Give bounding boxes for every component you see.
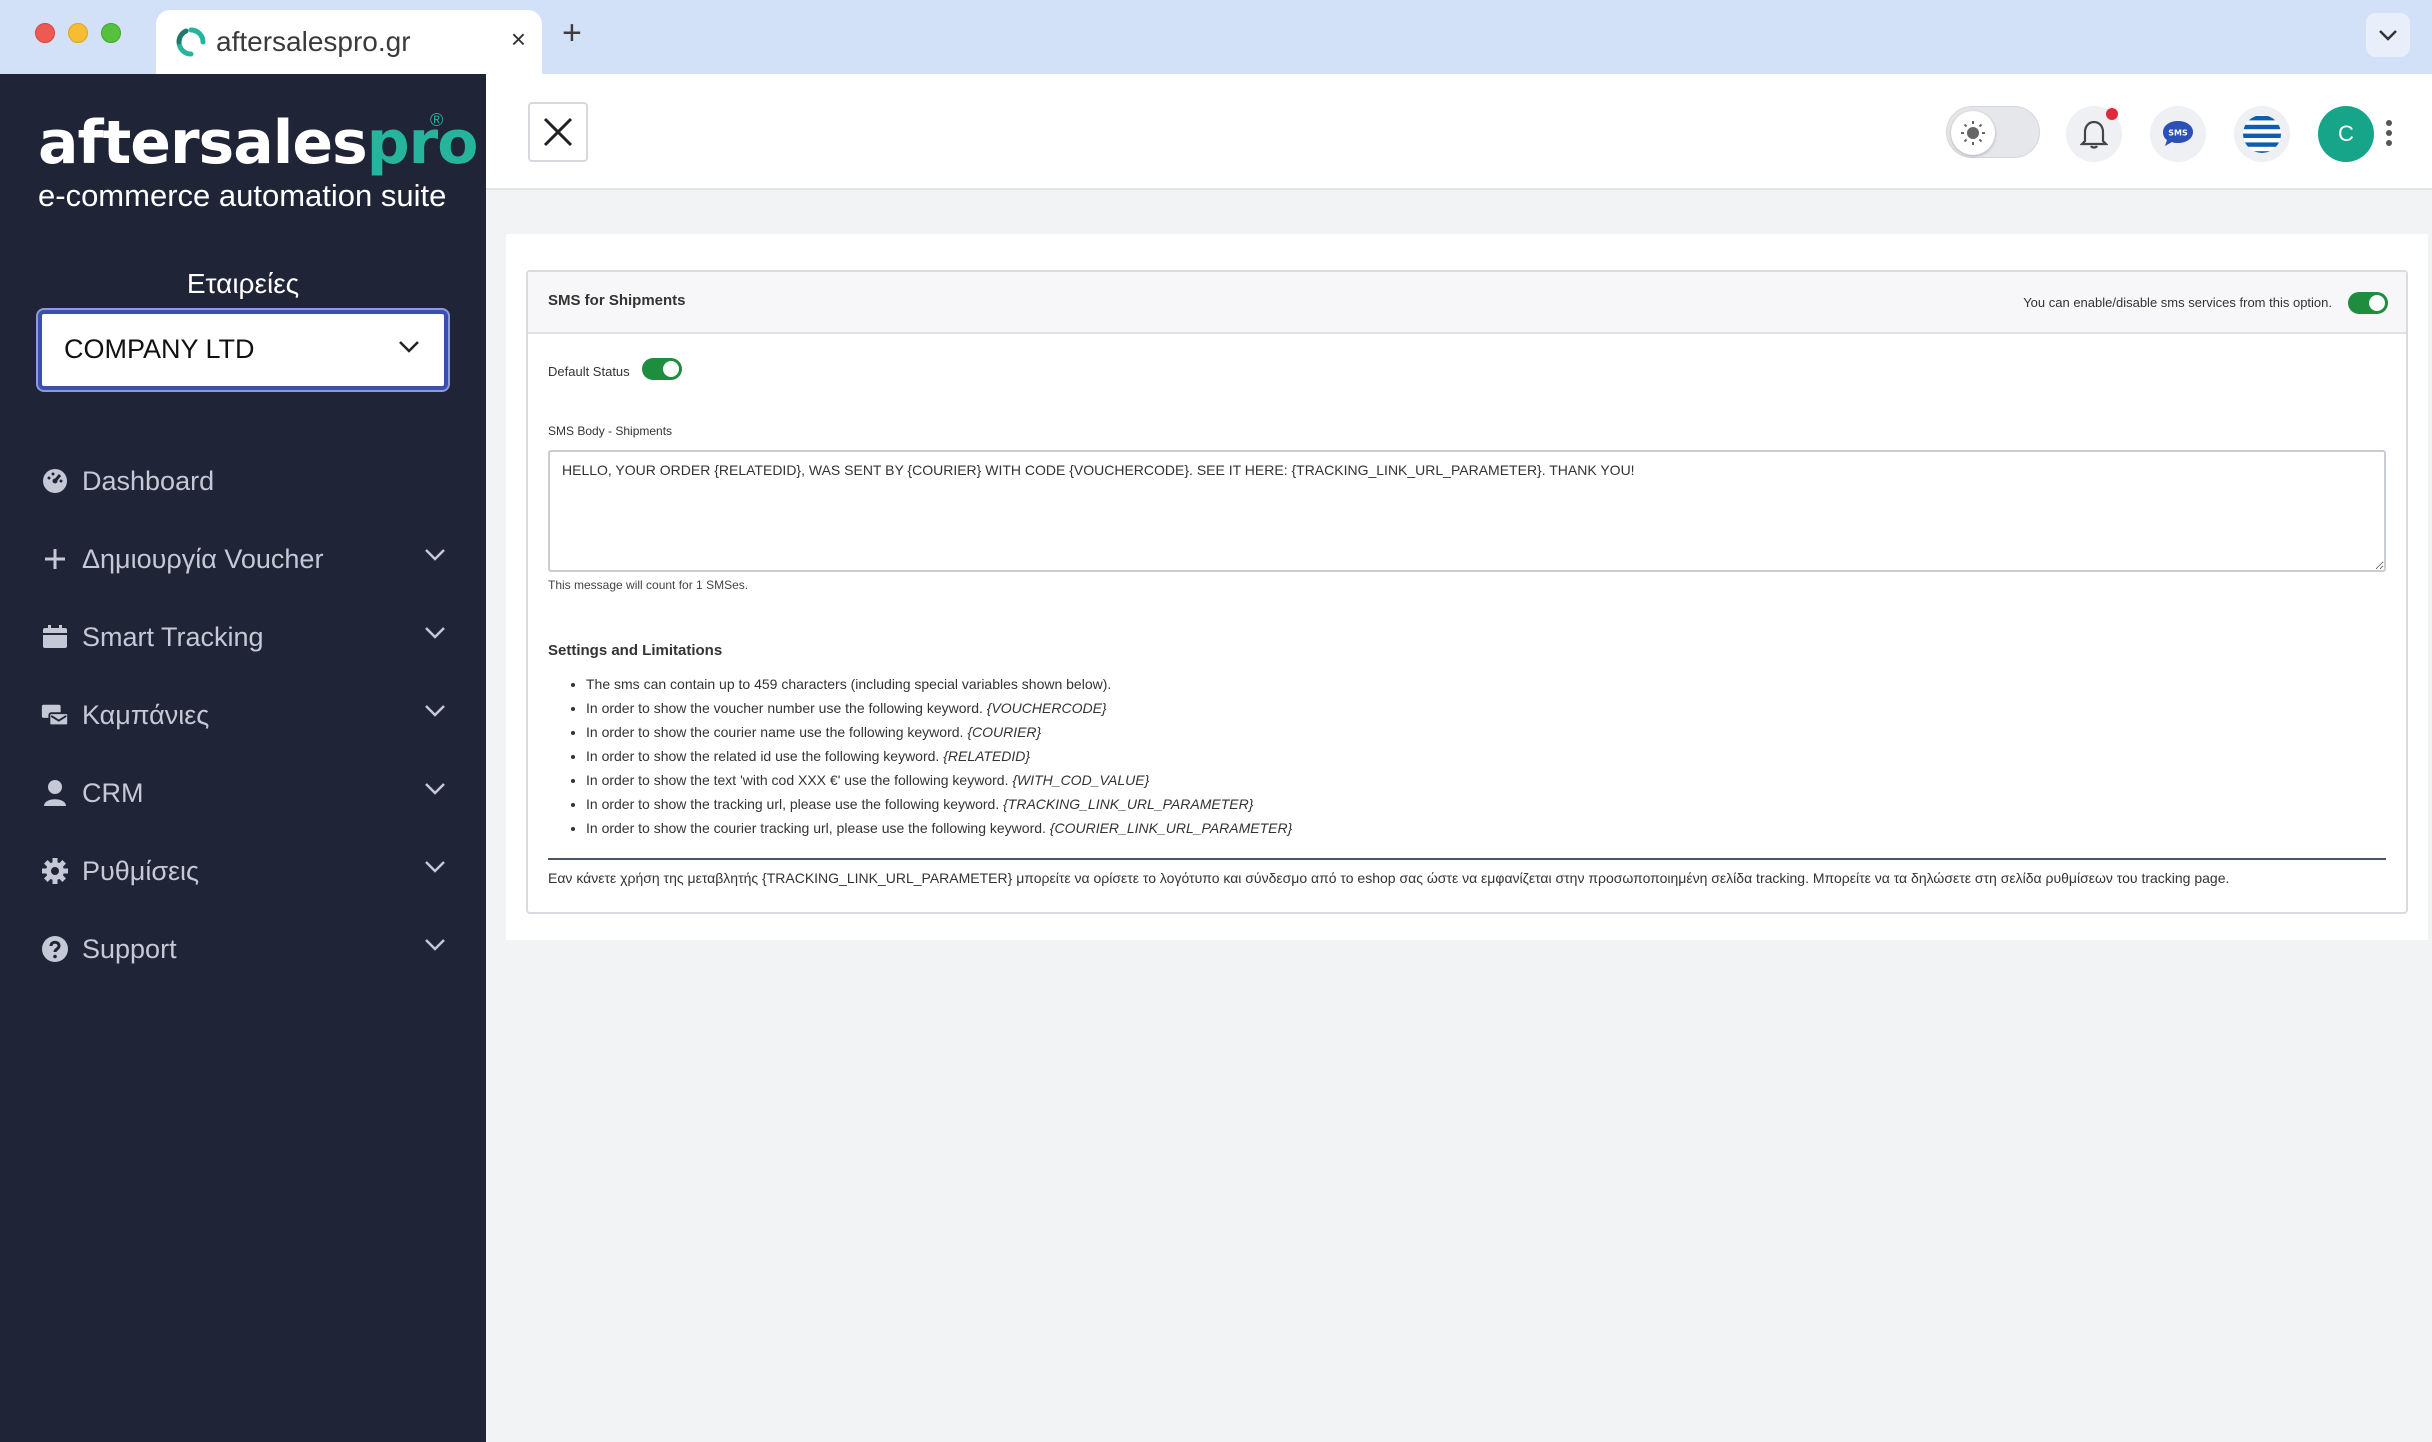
sidebar-item-label: Support [82, 933, 177, 964]
chevron-down-icon [425, 705, 445, 717]
company-select-value: COMPANY LTD [64, 334, 255, 364]
more-vertical-icon[interactable] [2386, 120, 2394, 150]
logo-wordmark: aftersalespro [38, 110, 478, 176]
plus-icon [40, 544, 70, 574]
tab-close-icon[interactable]: × [511, 22, 526, 56]
list-item: In order to show the courier tracking ur… [586, 816, 1292, 840]
sidebar-item-crm[interactable]: CRM [0, 754, 486, 832]
registered-mark: ® [430, 110, 444, 130]
sms-button[interactable]: SMS [2150, 106, 2206, 162]
window-close-dot[interactable] [35, 23, 55, 43]
sidebar-item-label: Καμπάνιες [82, 699, 210, 730]
sidebar-item-label: CRM [82, 777, 144, 808]
companies-label: Εταιρείες [186, 268, 300, 299]
theme-toggle[interactable] [1946, 106, 2040, 158]
sms-body-textarea[interactable]: HELLO, YOUR ORDER {RELATEDID}, WAS SENT … [548, 450, 2386, 572]
list-item: The sms can contain up to 459 characters… [586, 672, 1292, 696]
default-status-label: Default Status [548, 364, 630, 379]
bell-icon [2080, 120, 2108, 149]
chevron-down-icon [425, 783, 445, 795]
browser-tab[interactable]: aftersalespro.gr × [156, 10, 542, 74]
panel-hint: You can enable/disable sms services from… [2023, 295, 2332, 310]
top-bar: SMS C [486, 74, 2432, 190]
panel-title: SMS for Shipments [548, 292, 686, 309]
sidebar-item-label: Δημιουργία Voucher [82, 543, 324, 574]
sms-count-note: This message will count for 1 SMSes. [548, 578, 749, 592]
window-maximize-dot[interactable] [101, 23, 121, 43]
logo-tagline: e-commerce automation suite [38, 178, 447, 213]
sidebar: aftersalespro ® e-commerce automation su… [0, 74, 486, 1442]
main-content: SMS for Shipments You can enable/disable… [506, 234, 2428, 940]
sms-body-label: SMS Body - Shipments [548, 424, 673, 438]
chevron-down-icon [2379, 30, 2397, 41]
question-circle-icon [40, 934, 70, 964]
default-status-toggle[interactable] [642, 358, 682, 380]
sidebar-item-label: Smart Tracking [82, 621, 264, 652]
settings-list: The sms can contain up to 459 characters… [586, 672, 1292, 840]
list-item: In order to show the text 'with cod XXX … [586, 768, 1292, 792]
sms-shipments-panel: SMS for Shipments You can enable/disable… [526, 270, 2408, 914]
list-item: In order to show the voucher number use … [586, 696, 1292, 720]
chevron-down-icon [399, 341, 419, 353]
sidebar-item-label: Dashboard [82, 465, 215, 496]
brand-logo[interactable]: aftersalespro ® e-commerce automation su… [38, 110, 478, 214]
user-avatar[interactable]: C [2318, 106, 2374, 162]
notification-dot [2106, 108, 2118, 120]
greek-flag-icon [2243, 115, 2281, 153]
user-icon [40, 778, 70, 808]
tab-list-button[interactable] [2366, 13, 2410, 57]
close-icon [543, 117, 573, 147]
sidebar-item-label: Ρυθμίσεις [82, 855, 200, 886]
chevron-down-icon [425, 861, 445, 873]
logo-main-text: aftersales [38, 108, 368, 178]
language-button[interactable] [2234, 106, 2290, 162]
sidebar-item-smart-tracking[interactable]: Smart Tracking [0, 598, 486, 676]
browser-chrome: aftersalespro.gr × + [0, 0, 2432, 74]
tracking-footnote: Εαν κάνετε χρήση της μεταβλητής {TRACKIN… [548, 870, 2230, 886]
sms-chat-icon: SMS [2163, 121, 2193, 146]
panel-header: SMS for Shipments You can enable/disable… [528, 272, 2406, 334]
company-select[interactable]: COMPANY LTD [38, 310, 448, 390]
sidebar-item-support[interactable]: Support [0, 910, 486, 988]
main-nav: Dashboard Δημιουργία Voucher Smart Track… [0, 442, 486, 988]
list-item: In order to show the tracking url, pleas… [586, 792, 1292, 816]
list-item: In order to show the related id use the … [586, 744, 1292, 768]
sidebar-item-dashboard[interactable]: Dashboard [0, 442, 486, 520]
chevron-down-icon [425, 627, 445, 639]
site-favicon-icon [174, 25, 208, 59]
sms-service-toggle[interactable] [2348, 292, 2388, 314]
list-item: In order to show the courier name use th… [586, 720, 1292, 744]
chevron-down-icon [425, 549, 445, 561]
divider [548, 858, 2386, 860]
sidebar-item-create-voucher[interactable]: Δημιουργία Voucher [0, 520, 486, 598]
campaigns-icon [40, 700, 70, 730]
tab-title: aftersalespro.gr [216, 26, 411, 57]
sidebar-item-campaigns[interactable]: Καμπάνιες [0, 676, 486, 754]
window-minimize-dot[interactable] [68, 23, 88, 43]
dashboard-gauge-icon [40, 466, 70, 496]
new-tab-button[interactable]: + [562, 14, 582, 52]
sidebar-item-settings[interactable]: Ρυθμίσεις [0, 832, 486, 910]
close-button[interactable] [528, 102, 588, 162]
notifications-button[interactable] [2066, 106, 2122, 162]
calendar-icon [40, 622, 70, 652]
gear-icon [40, 856, 70, 886]
sms-badge-text: SMS [2168, 129, 2188, 138]
settings-title: Settings and Limitations [548, 642, 723, 659]
sun-icon [1951, 111, 1995, 155]
chevron-down-icon [425, 939, 445, 951]
logo-accent-text: pro [366, 108, 479, 178]
